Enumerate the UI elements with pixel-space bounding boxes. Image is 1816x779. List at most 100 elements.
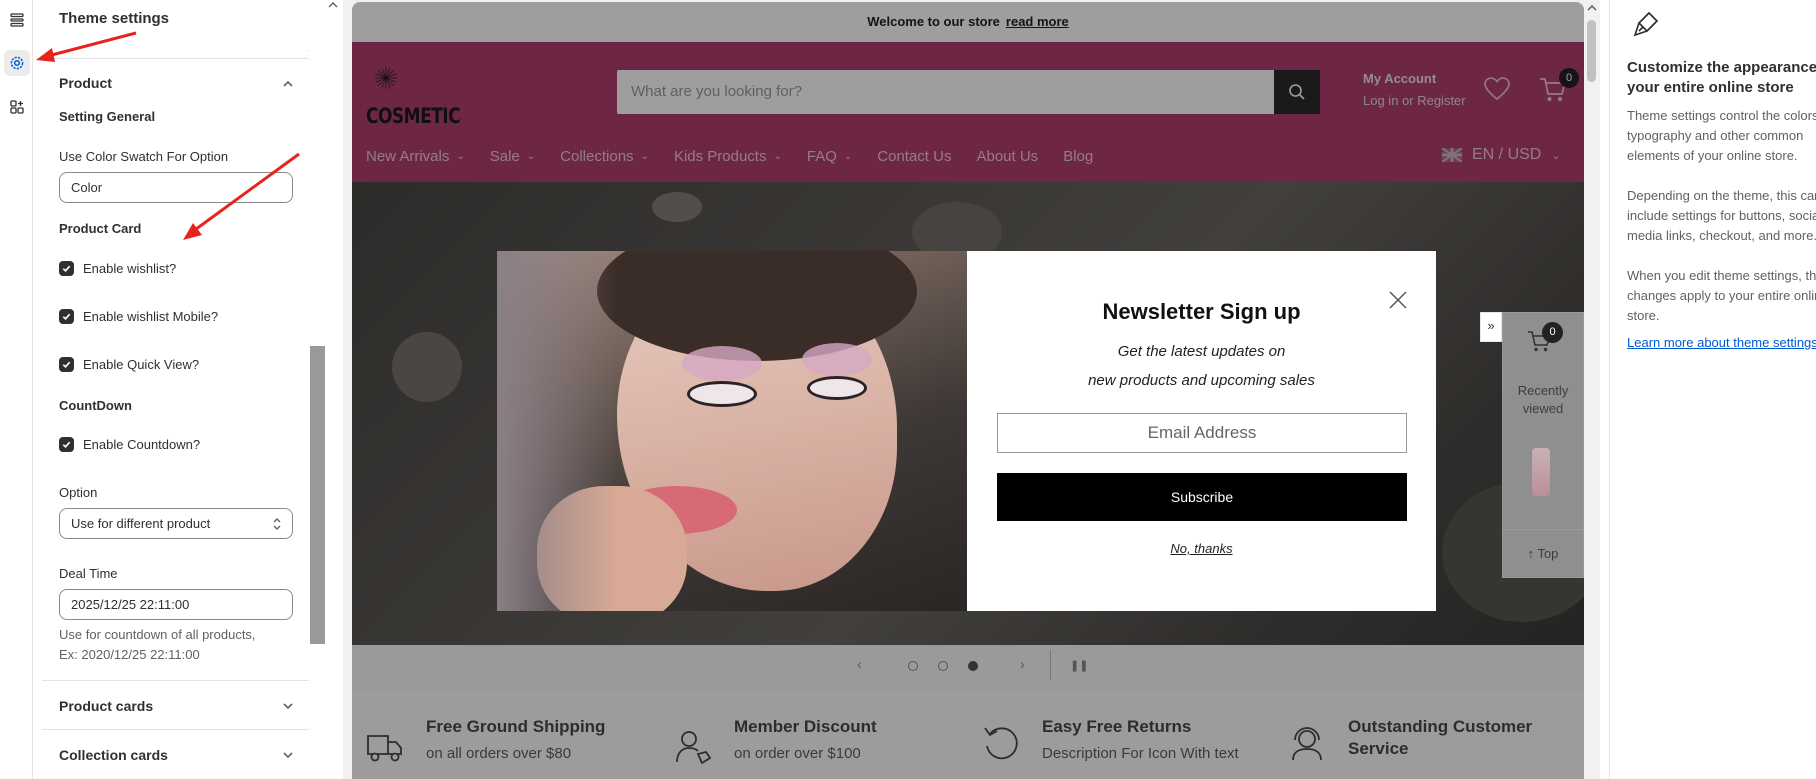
option-select-value: Use for different product bbox=[71, 516, 211, 531]
slider-dot[interactable] bbox=[908, 661, 918, 671]
checkbox-label: Enable wishlist Mobile? bbox=[83, 309, 219, 324]
preview-scrollbar-thumb[interactable] bbox=[1587, 20, 1596, 82]
photo-eyeshadow-shape bbox=[682, 346, 762, 381]
photo-eye-shape bbox=[807, 376, 867, 400]
sections-icon bbox=[10, 13, 24, 27]
divider bbox=[42, 729, 310, 730]
enable-wishlist-checkbox[interactable]: Enable wishlist? bbox=[59, 261, 176, 276]
theme-settings-panel: Theme settings Product Setting General U… bbox=[42, 0, 310, 779]
learn-more-link[interactable]: Learn more about theme settings bbox=[1627, 335, 1816, 350]
feature-free-shipping: Free Ground Shipping on all orders over … bbox=[426, 716, 605, 765]
subscribe-button[interactable]: Subscribe bbox=[997, 473, 1407, 521]
feature-title: Free Ground Shipping bbox=[426, 717, 606, 736]
arrow-up-icon: ↑ bbox=[1527, 546, 1535, 561]
gear-icon bbox=[10, 56, 24, 70]
slider-next-icon[interactable]: › bbox=[1020, 656, 1025, 672]
subtitle-line: Get the latest updates on bbox=[1117, 343, 1286, 360]
paragraph-line: Depending on the theme, this can bbox=[1627, 188, 1816, 203]
member-tag-icon bbox=[676, 731, 712, 765]
feature-subtitle: on order over $100 bbox=[734, 745, 861, 762]
back-to-top-button[interactable]: ↑ Top bbox=[1502, 529, 1584, 577]
theme-settings-info-panel: Customize the appearance of your entire … bbox=[1609, 0, 1816, 779]
checkbox-checked-icon[interactable] bbox=[59, 261, 74, 276]
newsletter-form: Newsletter Sign up Get the latest update… bbox=[967, 251, 1436, 611]
info-paragraph: Depending on the theme, this can include… bbox=[1627, 186, 1816, 246]
enable-quick-view-checkbox[interactable]: Enable Quick View? bbox=[59, 357, 199, 372]
select-arrows-icon bbox=[273, 518, 281, 530]
help-line: Use for countdown of all products, bbox=[59, 627, 256, 642]
help-line: Ex: 2020/12/25 22:11:00 bbox=[59, 647, 200, 662]
truck-icon bbox=[367, 735, 402, 762]
info-paragraph: When you edit theme settings, the change… bbox=[1627, 266, 1816, 326]
collection-cards-section[interactable]: Collection cards bbox=[59, 747, 168, 763]
info-paragraph: Theme settings control the colors, typog… bbox=[1627, 106, 1816, 166]
no-thanks-link[interactable]: No, thanks bbox=[967, 541, 1436, 556]
slider-pause-icon[interactable]: ❚❚ bbox=[1070, 659, 1088, 672]
photo-eye-shape bbox=[687, 381, 757, 407]
feature-subtitle: Description For Icon With text bbox=[1042, 745, 1239, 762]
subtitle-line: new products and upcoming sales bbox=[1088, 372, 1315, 389]
deal-time-help: Use for countdown of all products, Ex: 2… bbox=[59, 625, 289, 665]
paragraph-line: changes apply to your entire online bbox=[1627, 288, 1816, 303]
paragraph-line: When you edit theme settings, the bbox=[1627, 268, 1816, 283]
feature-title-line2: Service bbox=[1348, 739, 1409, 758]
slider-dot-active[interactable] bbox=[968, 661, 978, 671]
color-swatch-label: Use Color Swatch For Option bbox=[59, 149, 229, 164]
option-select[interactable]: Use for different product bbox=[59, 508, 293, 539]
product-cards-section[interactable]: Product cards bbox=[59, 698, 153, 714]
setting-general-heading: Setting General bbox=[59, 109, 156, 124]
deal-time-label: Deal Time bbox=[59, 566, 118, 581]
panel-scrollbar-thumb[interactable] bbox=[310, 346, 325, 644]
paragraph-line: store. bbox=[1627, 308, 1660, 323]
feature-title: Outstanding Customer bbox=[1348, 717, 1533, 736]
divider bbox=[1050, 650, 1051, 680]
paragraph-line: include settings for buttons, social bbox=[1627, 208, 1816, 223]
paragraph-line: media links, checkout, and more. bbox=[1627, 228, 1816, 243]
photo-background-shade bbox=[497, 251, 617, 611]
checkbox-checked-icon[interactable] bbox=[59, 437, 74, 452]
return-arrow-icon bbox=[984, 727, 1018, 760]
divider bbox=[42, 58, 310, 59]
checkbox-checked-icon[interactable] bbox=[59, 309, 74, 324]
enable-wishlist-mobile-checkbox[interactable]: Enable wishlist Mobile? bbox=[59, 309, 218, 324]
countdown-heading: CountDown bbox=[59, 398, 132, 413]
checkbox-checked-icon[interactable] bbox=[59, 357, 74, 372]
scroll-up-arrow-icon[interactable] bbox=[1586, 3, 1598, 13]
sections-rail-button[interactable] bbox=[4, 7, 30, 33]
recently-viewed-product-thumb[interactable] bbox=[1532, 448, 1550, 496]
chevron-down-icon[interactable] bbox=[280, 698, 296, 714]
chevron-up-icon[interactable] bbox=[280, 76, 296, 92]
paragraph-line: Theme settings control the colors, bbox=[1627, 108, 1816, 123]
deal-time-input[interactable]: 2025/12/25 22:11:00 bbox=[59, 589, 293, 620]
support-headset-icon bbox=[1292, 727, 1322, 761]
scroll-up-arrow-icon[interactable] bbox=[327, 0, 339, 10]
recently-viewed-toggle[interactable]: » bbox=[1480, 312, 1502, 342]
checkbox-label: Enable Quick View? bbox=[83, 357, 200, 372]
product-section-title[interactable]: Product bbox=[59, 75, 112, 91]
enable-countdown-checkbox[interactable]: Enable Countdown? bbox=[59, 437, 200, 452]
store-preview: Welcome to our store read more COSMETIC W… bbox=[352, 2, 1584, 779]
slider-dot[interactable] bbox=[938, 661, 948, 671]
heading-line: Customize the appearance of bbox=[1627, 59, 1816, 76]
feature-customer-service: Outstanding Customer Service bbox=[1348, 716, 1532, 760]
newsletter-email-input[interactable]: Email Address bbox=[997, 413, 1407, 453]
option-label: Option bbox=[59, 485, 98, 500]
theme-settings-rail-button[interactable] bbox=[4, 50, 30, 76]
checkbox-label: Enable Countdown? bbox=[83, 437, 201, 452]
feature-title: Member Discount bbox=[734, 717, 877, 736]
newsletter-modal: Newsletter Sign up Get the latest update… bbox=[497, 251, 1436, 611]
feature-free-returns: Easy Free Returns Description For Icon W… bbox=[1042, 716, 1239, 765]
panel-title: Theme settings bbox=[59, 10, 170, 27]
color-swatch-input[interactable]: Color bbox=[59, 172, 293, 203]
checkbox-label: Enable wishlist? bbox=[83, 261, 177, 276]
newsletter-photo bbox=[497, 251, 967, 611]
feature-title: Easy Free Returns bbox=[1042, 717, 1192, 736]
heading-line: your entire online store bbox=[1627, 79, 1794, 96]
chevron-down-icon[interactable] bbox=[280, 747, 296, 763]
preview-scrollbar-track[interactable] bbox=[1584, 0, 1600, 779]
newsletter-subtitle: Get the latest updates on new products a… bbox=[967, 337, 1436, 395]
photo-eyeshadow-shape bbox=[802, 343, 872, 376]
slider-prev-icon[interactable]: ‹ bbox=[857, 656, 862, 672]
paintbrush-icon bbox=[1633, 11, 1659, 37]
apps-rail-button[interactable] bbox=[4, 94, 30, 120]
